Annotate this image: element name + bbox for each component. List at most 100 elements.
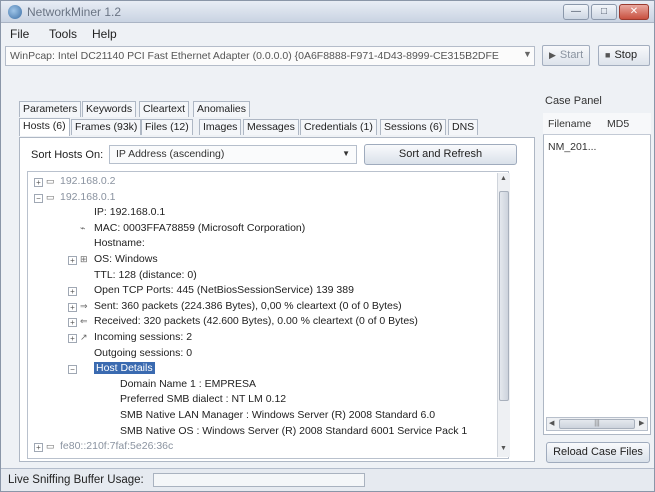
stop-button[interactable]: ■ Stop — [598, 45, 650, 66]
tree-node-label: Host Details — [94, 362, 155, 375]
minimize-button[interactable]: — — [563, 4, 589, 20]
case-file-row[interactable]: NM_201... — [548, 141, 596, 153]
tree-node-label: Hostname: — [94, 237, 145, 250]
column-filename[interactable]: Filename — [548, 118, 591, 130]
tab-images[interactable]: Images — [199, 119, 242, 135]
tree-expander-icon[interactable]: + — [68, 318, 77, 328]
status-bar: Live Sniffing Buffer Usage: — [1, 468, 654, 491]
tree-scrollbar[interactable]: ▲ ▼ — [497, 173, 510, 457]
tab-sessions[interactable]: Sessions (6) — [380, 119, 447, 135]
tree-node[interactable]: Outgoing sessions: 0 — [94, 347, 192, 362]
tree-node-label: Preferred SMB dialect : NT LM 0.12 — [120, 393, 287, 406]
scroll-right-icon[interactable]: ▶ — [639, 419, 644, 427]
tree-node[interactable]: ▭ 192.168.0.2 — [46, 175, 115, 190]
tree-node-label: Incoming sessions: 2 — [94, 331, 193, 343]
tree-node-label: 192.168.0.2 — [60, 175, 116, 187]
tab-keywords[interactable]: Keywords — [82, 101, 137, 117]
tree-node[interactable]: ⇒ Sent: 360 packets (224.386 Bytes), 0,00… — [80, 300, 402, 315]
tree-node[interactable]: Preferred SMB dialect : NT LM 0.12 — [120, 393, 286, 408]
tree-expander-icon[interactable]: + — [68, 334, 77, 343]
arrow-left-icon: ⇐ — [80, 316, 88, 327]
tab-messages[interactable]: Messages — [243, 119, 299, 135]
tree-expander-icon[interactable]: − — [68, 365, 77, 375]
tree-node[interactable]: TTL: 128 (distance: 0) — [94, 269, 197, 284]
tree-node-label: 192.168.0.1 — [60, 190, 116, 203]
tree-node-label: MAC: 0003FFA78859 (Microsoft Corporation… — [94, 221, 306, 234]
stop-label: Stop — [614, 49, 638, 61]
tree-node-label: Received: 320 packets (42.600 Bytes), 0.… — [94, 315, 418, 328]
tree-node[interactable]: ⌁ MAC: 0003FFA78859 (Microsoft Corporatio… — [80, 222, 305, 237]
chevron-down-icon: ▼ — [523, 49, 532, 59]
session-icon: ↗ — [80, 332, 88, 342]
os-icon: ⊞ — [80, 254, 88, 264]
case-panel-scrollbar[interactable]: ◀ ||| ▶ — [546, 417, 648, 431]
tree-node-label: SMB Native LAN Manager : Windows Server … — [120, 409, 436, 421]
reload-case-files-button[interactable]: Reload Case Files — [546, 442, 650, 463]
start-button[interactable]: ▶ Start — [542, 45, 590, 66]
case-panel — [543, 113, 651, 435]
tree-node[interactable]: ▭ fe80::210f:7faf:5e26:36c — [46, 440, 173, 455]
buffer-usage-label: Live Sniffing Buffer Usage: — [8, 474, 144, 486]
sort-selected-value: IP Address (ascending) — [116, 148, 225, 160]
tab-hosts[interactable]: Hosts (6) — [19, 118, 70, 136]
start-label: Start — [559, 49, 584, 61]
monitor-icon: ▭ — [46, 441, 55, 452]
menu-help[interactable]: Help — [92, 27, 117, 41]
tree-node-label: SMB Native OS : Windows Server (R) 2008 … — [120, 424, 468, 437]
tree-node-label: Outgoing sessions: 0 — [94, 346, 193, 359]
tree-expander-icon[interactable]: + — [34, 178, 43, 187]
tree-node-label: Open TCP Ports: 445 (NetBiosSessionServi… — [94, 284, 354, 297]
tab-credentials[interactable]: Credentials (1) — [300, 119, 377, 135]
menu-file[interactable]: File — [10, 27, 29, 41]
case-scroll-thumb[interactable]: ||| — [559, 419, 635, 429]
chevron-down-icon: ▼ — [342, 149, 350, 158]
tree-expander-icon[interactable]: + — [68, 287, 77, 297]
tree-expander-icon[interactable]: − — [34, 193, 43, 203]
tab-cleartext[interactable]: Cleartext — [139, 101, 190, 117]
tree-node[interactable]: ⇐ Received: 320 packets (42.600 Bytes), 0… — [80, 315, 418, 330]
arrow-right-icon: ⇒ — [80, 300, 88, 311]
menu-tools[interactable]: Tools — [49, 27, 77, 41]
tree-node[interactable]: SMB Native LAN Manager : Windows Server … — [120, 409, 435, 424]
scroll-left-icon[interactable]: ◀ — [549, 419, 554, 427]
networkminer-logo-icon — [8, 5, 22, 19]
tab-frames[interactable]: Frames (93k) — [71, 119, 142, 135]
play-icon: ▶ — [549, 50, 556, 60]
tree-node-label: Domain Name 1 : EMPRESA — [120, 377, 256, 390]
tree-node[interactable]: ↗ Incoming sessions: 2 — [80, 331, 192, 346]
tree-node[interactable]: IP: 192.168.0.1 — [94, 206, 165, 221]
tree-node-label: Sent: 360 packets (224.386 Bytes), 0,00 … — [94, 299, 402, 312]
tree-expander-icon[interactable]: + — [68, 256, 77, 265]
tab-parameters[interactable]: Parameters — [19, 101, 82, 117]
tab-anomalies[interactable]: Anomalies — [193, 101, 251, 117]
monitor-icon: ▭ — [46, 176, 55, 186]
sort-and-refresh-button[interactable]: Sort and Refresh — [364, 144, 517, 165]
hosts-tree[interactable]: + ▭ 192.168.0.2− ▭ 192.168.0.1 IP: 192.168.0.… — [27, 171, 509, 459]
tree-node[interactable]: Host Details — [94, 362, 155, 377]
close-button[interactable]: ✕ — [619, 4, 649, 20]
tree-expander-icon[interactable]: + — [68, 302, 77, 312]
network-card-icon: ⌁ — [80, 222, 86, 233]
tree-node[interactable]: ⊞ OS: Windows — [80, 253, 158, 268]
tree-node[interactable]: Open TCP Ports: 445 (NetBiosSessionServi… — [94, 284, 354, 299]
case-panel-label: Case Panel — [545, 95, 602, 107]
tree-expander-icon[interactable]: + — [34, 443, 43, 453]
title-bar: NetworkMiner 1.2 — □ ✕ — [1, 1, 654, 23]
tree-node-label: fe80::210f:7faf:5e26:36c — [60, 440, 174, 453]
scroll-down-icon[interactable]: ▼ — [500, 445, 507, 452]
tab-files[interactable]: Files (12) — [141, 119, 193, 135]
tree-node[interactable]: Domain Name 1 : EMPRESA — [120, 378, 256, 393]
tree-node[interactable]: ▭ 192.168.0.1 — [46, 191, 115, 206]
window-title: NetworkMiner 1.2 — [27, 5, 122, 19]
scroll-thumb[interactable] — [499, 191, 509, 401]
maximize-button[interactable]: □ — [591, 4, 617, 20]
sort-label: Sort Hosts On: — [31, 149, 104, 161]
tab-dns[interactable]: DNS — [448, 119, 479, 135]
interface-select[interactable]: WinPcap: Intel DC21140 PCI Fast Ethernet… — [5, 46, 535, 66]
column-md5[interactable]: MD5 — [607, 118, 629, 130]
tree-node[interactable]: SMB Native OS : Windows Server (R) 2008 … — [120, 425, 467, 440]
sort-select[interactable]: IP Address (ascending) ▼ — [109, 145, 357, 164]
stop-icon: ■ — [605, 50, 611, 60]
scroll-up-icon[interactable]: ▲ — [500, 175, 507, 182]
tree-node[interactable]: Hostname: — [94, 237, 145, 252]
